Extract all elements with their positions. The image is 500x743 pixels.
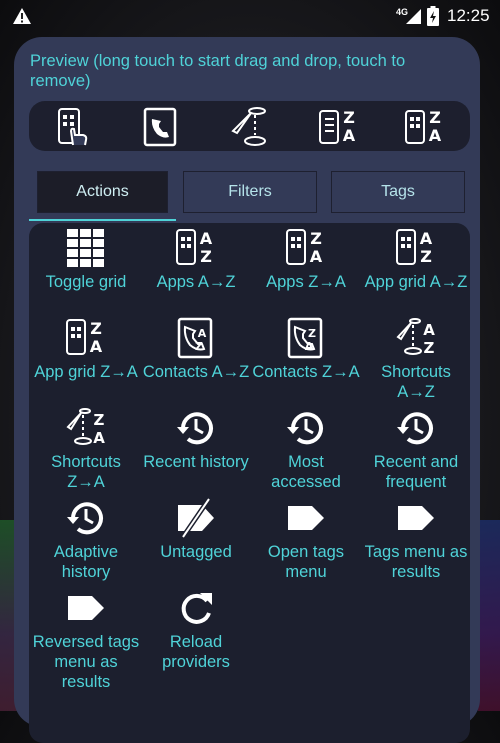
battery-charging-icon xyxy=(427,6,439,26)
svg-text:Z: Z xyxy=(308,327,316,340)
reload-icon xyxy=(181,593,212,624)
custom-menu-dialog: Preview (long touch to start drag and dr… xyxy=(14,37,480,743)
history-icon xyxy=(177,412,213,445)
action-app-grid-za[interactable]: Z A App grid Z→A xyxy=(31,317,141,382)
app-grid-az-icon: A Z xyxy=(396,229,433,266)
action-label: Contacts Z→A xyxy=(252,363,360,381)
svg-text:A: A xyxy=(423,321,435,339)
action-label: Recent history xyxy=(143,453,249,471)
tab-filters[interactable]: Filters xyxy=(183,171,317,213)
shortcuts-az-icon: A Z xyxy=(396,318,435,357)
svg-text:A: A xyxy=(93,429,105,447)
shortcuts-za-icon: Z A xyxy=(66,408,105,447)
action-tags-menu-as-results[interactable]: Tags menu as results xyxy=(361,497,471,582)
action-label: Most accessed xyxy=(271,453,341,491)
svg-text:A: A xyxy=(305,340,314,353)
action-label: Untagged xyxy=(160,543,232,561)
history-icon xyxy=(287,412,323,445)
action-recent-and-frequent[interactable]: Recent and frequent xyxy=(361,407,471,492)
grid-icon xyxy=(67,229,104,267)
untagged-icon xyxy=(178,497,214,539)
svg-text:Z: Z xyxy=(310,229,322,248)
tab-bar: Actions Filters Tags xyxy=(29,169,470,225)
action-reversed-tags-menu-as-results[interactable]: Reversed tags menu as results xyxy=(31,587,141,692)
tab-actions[interactable]: Actions xyxy=(37,171,168,213)
tab-tags[interactable]: Tags xyxy=(331,171,465,213)
apps-za-icon: Z A xyxy=(286,229,323,266)
preview-title: Preview (long touch to start drag and dr… xyxy=(30,52,406,90)
svg-text:A: A xyxy=(90,337,103,356)
tag-icon xyxy=(398,506,434,530)
warning-icon xyxy=(13,8,31,24)
action-label: Apps Z→A xyxy=(266,273,346,291)
svg-text:A: A xyxy=(200,229,213,248)
svg-text:Z: Z xyxy=(343,108,355,127)
svg-text:Z: Z xyxy=(420,247,432,266)
action-label: Tags menu as results xyxy=(364,543,468,581)
action-label: Toggle grid xyxy=(45,273,127,291)
contacts-az-icon: A Z xyxy=(177,317,213,359)
action-label: Apps A→Z xyxy=(156,273,236,291)
action-contacts-za[interactable]: Z A Contacts Z→A xyxy=(251,317,361,382)
action-most-accessed[interactable]: Most accessed xyxy=(251,407,361,492)
signal-icon xyxy=(406,9,421,24)
actions-grid: Toggle grid A Z Apps A→Z Z A Apps Z→A A … xyxy=(29,223,470,743)
contacts-icon[interactable] xyxy=(139,105,183,149)
action-recent-history[interactable]: Recent history xyxy=(141,407,251,472)
action-adaptive-history[interactable]: Adaptive history xyxy=(31,497,141,582)
svg-text:Z: Z xyxy=(429,108,441,127)
svg-text:A: A xyxy=(420,229,433,248)
action-label: Shortcuts Z→A xyxy=(51,453,121,491)
active-tab-indicator xyxy=(29,219,176,221)
clock: 12:25 xyxy=(447,6,490,25)
contacts-za-icon: Z A xyxy=(287,317,323,359)
svg-text:Z: Z xyxy=(90,319,102,338)
wallpaper-right-edge xyxy=(478,520,500,711)
tag-icon xyxy=(68,596,104,620)
svg-text:A: A xyxy=(310,247,323,266)
app-grid-za-icon[interactable]: Z A xyxy=(403,105,447,149)
svg-text:Z: Z xyxy=(195,340,203,353)
status-bar: 4G 12:25 xyxy=(0,0,500,32)
action-label: App grid A→Z xyxy=(364,273,468,291)
action-label: Recent and frequent xyxy=(373,453,459,491)
apps-az-icon: A Z xyxy=(176,229,213,266)
action-untagged[interactable]: Untagged xyxy=(141,497,251,562)
svg-text:Z: Z xyxy=(94,411,105,429)
svg-text:A: A xyxy=(198,327,207,340)
svg-text:A: A xyxy=(343,126,356,145)
action-toggle-grid[interactable]: Toggle grid xyxy=(31,227,141,292)
action-open-tags-menu[interactable]: Open tags menu xyxy=(251,497,361,582)
app-grid-az-icon[interactable] xyxy=(53,105,97,149)
history-icon xyxy=(397,412,433,445)
action-label: Adaptive history xyxy=(53,543,119,581)
tag-icon xyxy=(288,506,324,530)
action-app-grid-az[interactable]: A Z App grid A→Z xyxy=(361,227,471,292)
action-label: Open tags menu xyxy=(267,543,345,581)
action-apps-az[interactable]: A Z Apps A→Z xyxy=(141,227,251,292)
action-reload-providers[interactable]: Reload providers xyxy=(141,587,251,672)
action-contacts-az[interactable]: A Z Contacts A→Z xyxy=(141,317,251,382)
action-shortcuts-az[interactable]: A Z Shortcuts A→Z xyxy=(361,317,471,402)
action-label: Shortcuts A→Z xyxy=(381,363,451,401)
apps-za-icon[interactable]: Z A xyxy=(317,105,361,149)
svg-text:Z: Z xyxy=(200,247,212,266)
svg-text:Z: Z xyxy=(424,339,435,357)
action-shortcuts-za[interactable]: Z A Shortcuts Z→A xyxy=(31,407,141,492)
action-label: App grid Z→A xyxy=(34,363,138,381)
shortcuts-icon[interactable] xyxy=(227,105,271,149)
action-label: Reversed tags menu as results xyxy=(32,633,140,691)
action-label: Contacts A→Z xyxy=(142,363,250,381)
history-icon xyxy=(67,502,103,535)
action-apps-za[interactable]: Z A Apps Z→A xyxy=(251,227,361,292)
app-grid-za-icon: Z A xyxy=(66,319,103,356)
action-label: Reload providers xyxy=(162,633,230,671)
preview-strip[interactable]: Z A Z A xyxy=(29,101,470,151)
svg-text:A: A xyxy=(429,126,442,145)
